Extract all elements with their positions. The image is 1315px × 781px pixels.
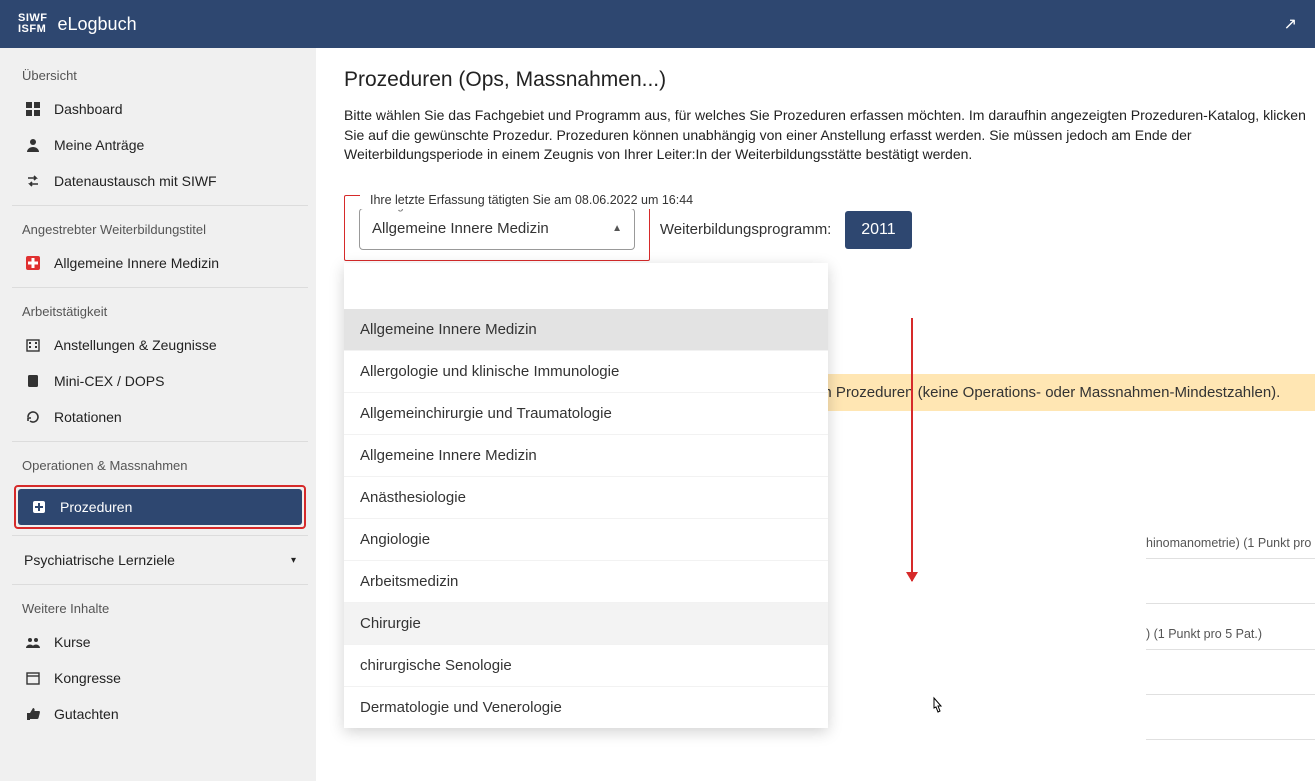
fachgebiet-field: Fachgebiet Allgemeine Innere Medizin ▲ bbox=[359, 208, 635, 250]
intro-text: Bitte wählen Sie das Fachgebiet und Prog… bbox=[344, 106, 1315, 165]
sidebar-item-rotations[interactable]: Rotationen bbox=[12, 399, 308, 435]
exchange-icon bbox=[24, 173, 42, 189]
sidebar-item-label: Anstellungen & Zeugnisse bbox=[54, 337, 217, 353]
sidebar-item-label: Datenaustausch mit SIWF bbox=[54, 173, 217, 189]
dropdown-option[interactable]: chirurgische Senologie bbox=[344, 644, 828, 686]
sidebar-item-courses[interactable]: Kurse bbox=[12, 624, 308, 660]
topbar: SIWF ISFM eLogbuch ↗ bbox=[0, 0, 1315, 48]
sidebar-item-label: Prozeduren bbox=[60, 499, 132, 515]
sidebar-item-requests[interactable]: Meine Anträge bbox=[12, 127, 308, 163]
sidebar: Übersicht Dashboard Meine Anträge Datena… bbox=[0, 48, 316, 781]
sidebar-item-expert[interactable]: Gutachten bbox=[12, 696, 308, 732]
row-divider bbox=[1146, 603, 1315, 604]
main-content: Prozeduren (Ops, Massnahmen...) Bitte wä… bbox=[316, 48, 1315, 781]
sidebar-item-employments[interactable]: Anstellungen & Zeugnisse bbox=[12, 327, 308, 363]
cursor-icon bbox=[928, 696, 946, 723]
dropdown-option[interactable]: Angiologie bbox=[344, 518, 828, 560]
brand-org-bot: ISFM bbox=[18, 24, 48, 35]
dropdown-option[interactable]: Allgemeine Innere Medizin bbox=[344, 434, 828, 476]
book-icon bbox=[24, 373, 42, 389]
row-divider bbox=[1146, 558, 1315, 559]
brand: SIWF ISFM eLogbuch bbox=[18, 13, 137, 35]
divider bbox=[12, 205, 308, 206]
chevron-down-icon: ▾ bbox=[291, 555, 296, 566]
dropdown-search-area[interactable] bbox=[344, 263, 828, 309]
building-icon bbox=[24, 337, 42, 353]
group-icon bbox=[24, 634, 42, 650]
sidebar-item-label: Allgemeine Innere Medizin bbox=[54, 255, 219, 271]
sidebar-item-label: Mini-CEX / DOPS bbox=[54, 373, 164, 389]
program-pill[interactable]: 2011 bbox=[845, 211, 911, 249]
medical-cross-icon bbox=[24, 255, 42, 271]
sidebar-item-label: Rotationen bbox=[54, 409, 122, 425]
row-divider bbox=[1146, 694, 1315, 695]
fachgebiet-dropdown[interactable]: Allgemeine Innere MedizinAllergologie un… bbox=[344, 263, 828, 728]
row-divider bbox=[1146, 739, 1315, 740]
divider bbox=[12, 287, 308, 288]
dropdown-option[interactable]: Allergologie und klinische Immunologie bbox=[344, 350, 828, 392]
chevron-up-icon: ▲ bbox=[612, 223, 622, 234]
dashboard-icon bbox=[24, 101, 42, 117]
plus-icon bbox=[30, 499, 48, 515]
sidebar-item-minicex[interactable]: Mini-CEX / DOPS bbox=[12, 363, 308, 399]
sidebar-item-label: Kurse bbox=[54, 634, 91, 650]
brand-logo: SIWF ISFM bbox=[18, 13, 48, 35]
sidebar-section-ops: Operationen & Massnahmen bbox=[12, 448, 308, 481]
page-title: Prozeduren (Ops, Massnahmen...) bbox=[344, 68, 1315, 92]
sidebar-item-label: Kongresse bbox=[54, 670, 121, 686]
dropdown-option[interactable]: Arbeitsmedizin bbox=[344, 560, 828, 602]
dropdown-option[interactable]: Chirurgie bbox=[344, 602, 828, 644]
dropdown-option[interactable]: Dermatologie und Venerologie bbox=[344, 686, 828, 728]
divider bbox=[12, 584, 308, 585]
detail-line: hinomanometrie) (1 Punkt pro 10 Pat.) bbox=[1146, 536, 1315, 550]
divider bbox=[12, 441, 308, 442]
sidebar-item-target-title[interactable]: Allgemeine Innere Medizin bbox=[12, 245, 308, 281]
annotation-arrow bbox=[911, 318, 913, 581]
expand-icon[interactable]: ↗ bbox=[1284, 14, 1297, 34]
thumb-up-icon bbox=[24, 706, 42, 722]
sidebar-section-title: Angestrebter Weiterbildungstitel bbox=[12, 212, 308, 245]
dropdown-option[interactable]: Allgemeine Innere Medizin bbox=[344, 309, 828, 350]
sidebar-item-label: Gutachten bbox=[54, 706, 119, 722]
sidebar-item-label: Meine Anträge bbox=[54, 137, 144, 153]
divider bbox=[12, 535, 308, 536]
sidebar-item-exchange[interactable]: Datenaustausch mit SIWF bbox=[12, 163, 308, 199]
app-name: eLogbuch bbox=[58, 14, 137, 35]
sidebar-section-work: Arbeitstätigkeit bbox=[12, 294, 308, 327]
sidebar-item-psych[interactable]: Psychiatrische Lernziele ▾ bbox=[12, 542, 308, 578]
row-divider bbox=[1146, 649, 1315, 650]
sidebar-item-procedures[interactable]: Prozeduren bbox=[18, 489, 302, 525]
sidebar-item-dashboard[interactable]: Dashboard bbox=[12, 91, 308, 127]
sidebar-item-congress[interactable]: Kongresse bbox=[12, 660, 308, 696]
person-icon bbox=[24, 137, 42, 153]
sidebar-item-label: Psychiatrische Lernziele bbox=[24, 552, 175, 568]
dropdown-option[interactable]: Allgemeinchirurgie und Traumatologie bbox=[344, 392, 828, 434]
sidebar-section-more: Weitere Inhalte bbox=[12, 591, 308, 624]
detail-line: ) (1 Punkt pro 5 Pat.) bbox=[1146, 627, 1262, 641]
sidebar-item-label: Dashboard bbox=[54, 101, 123, 117]
calendar-icon bbox=[24, 670, 42, 686]
select-value: Allgemeine Innere Medizin bbox=[372, 220, 549, 237]
fachgebiet-select[interactable]: Allgemeine Innere Medizin ▲ bbox=[359, 208, 635, 250]
last-capture-hint: Ihre letzte Erfassung tätigten Sie am 08… bbox=[360, 191, 703, 209]
program-label: Weiterbildungsprogramm: bbox=[660, 221, 831, 238]
annotation-highlight-nav: Prozeduren bbox=[14, 485, 306, 529]
rotate-icon bbox=[24, 409, 42, 425]
dropdown-option[interactable]: Anästhesiologie bbox=[344, 476, 828, 518]
sidebar-section-overview: Übersicht bbox=[12, 58, 308, 91]
